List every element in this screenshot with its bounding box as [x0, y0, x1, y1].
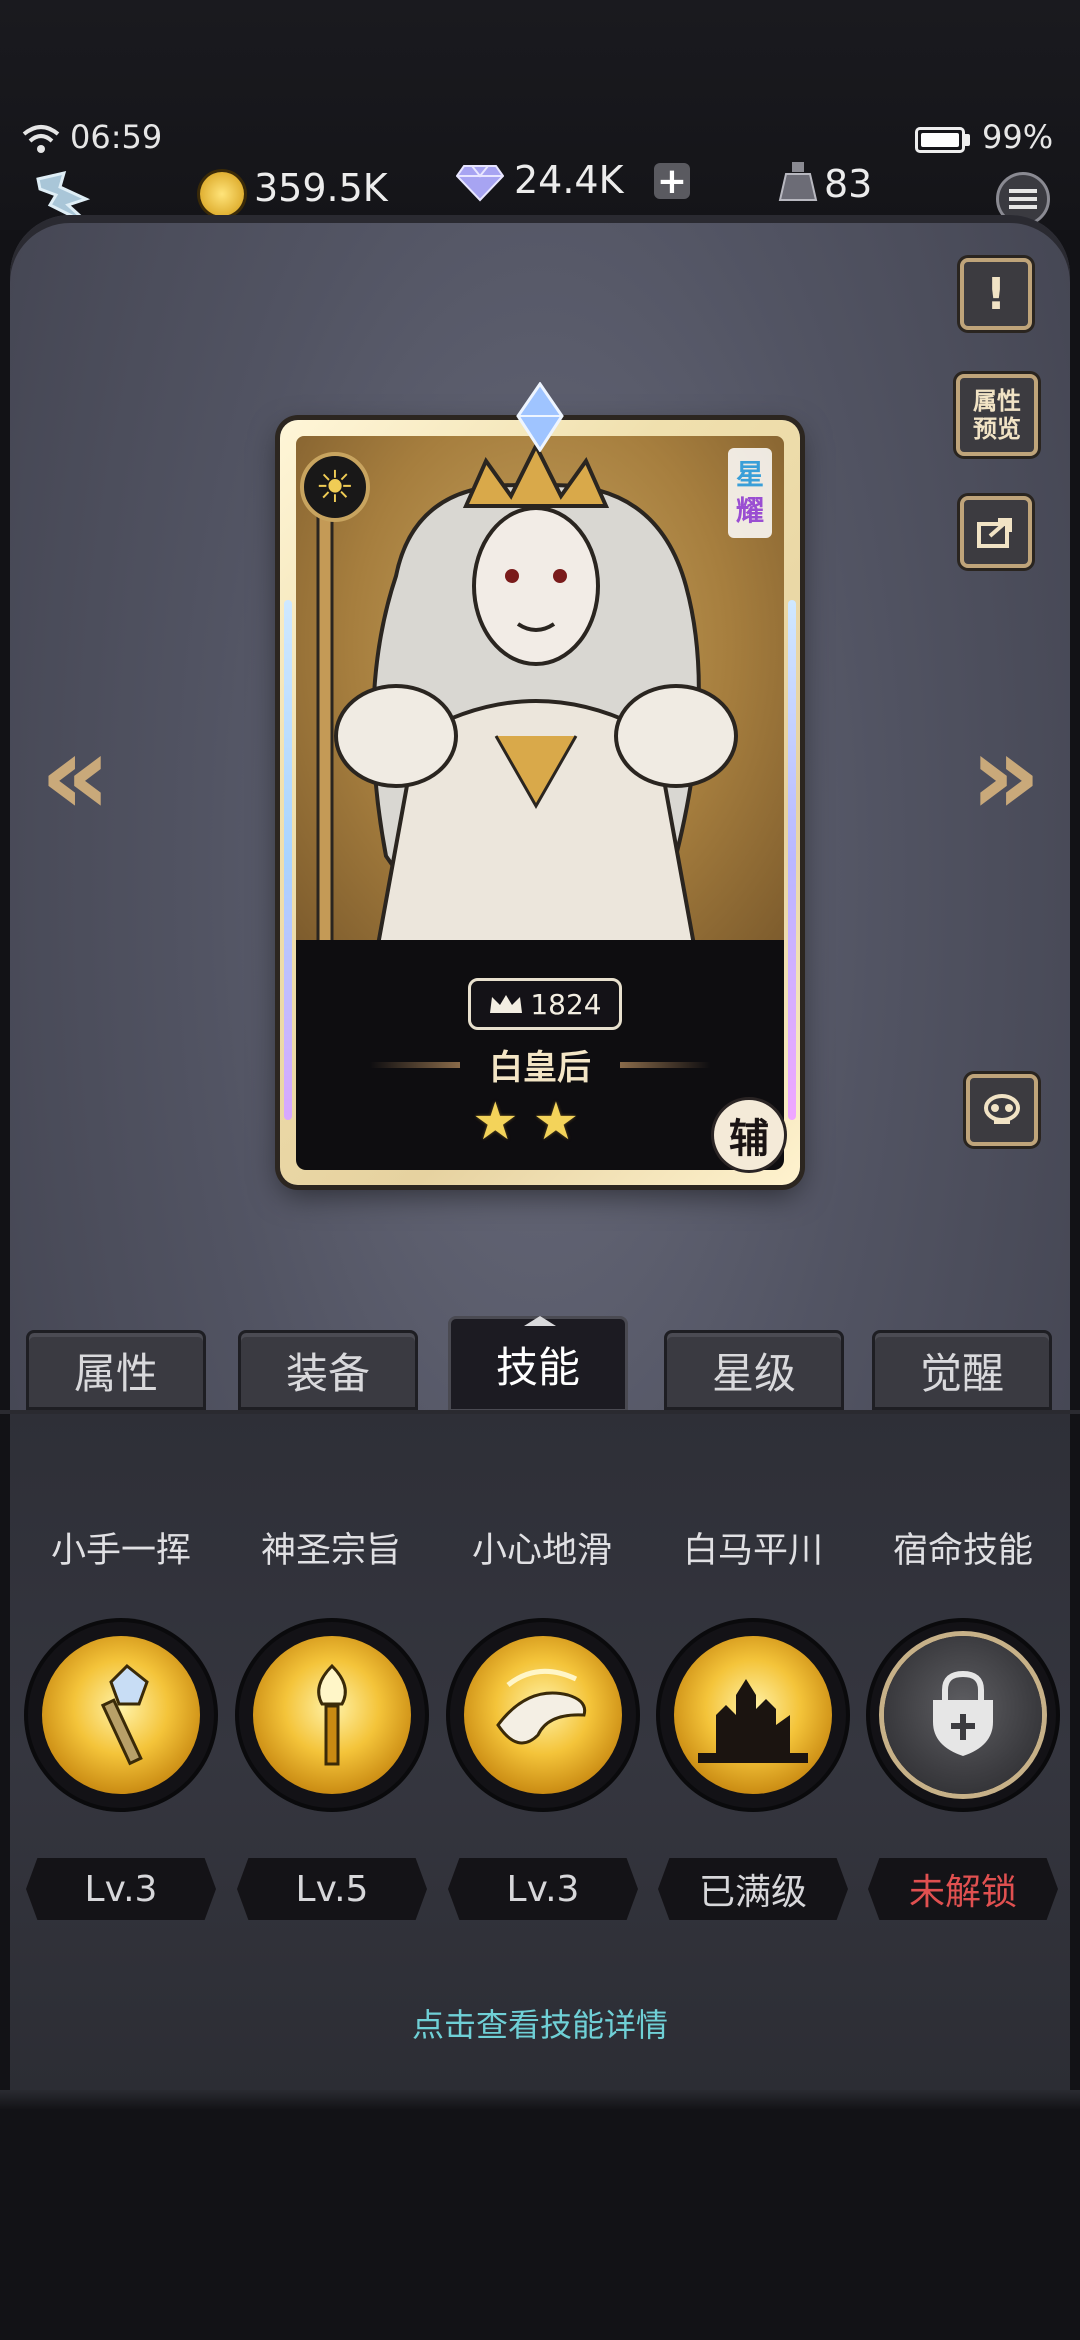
hero-stars: ★ ★ — [472, 1096, 579, 1148]
hero-power-value: 1824 — [530, 987, 602, 1021]
next-hero-arrow-icon[interactable]: » — [970, 720, 1041, 830]
attribute-preview-button[interactable]: 属性 预览 — [956, 374, 1038, 456]
rarity-tag: 星 耀 — [728, 448, 772, 538]
add-diamond-button[interactable]: + — [654, 161, 690, 202]
wifi-icon — [22, 125, 60, 153]
menu-icon — [1009, 189, 1037, 209]
tab-awakening[interactable]: 觉醒 — [872, 1330, 1052, 1410]
skill-slot-1[interactable] — [28, 1622, 214, 1808]
card-glow-left — [284, 600, 292, 1120]
battery-icon — [915, 127, 965, 153]
share-button[interactable] — [960, 496, 1032, 568]
exclamation-icon: ! — [985, 268, 1007, 320]
skill-slot-4[interactable] — [660, 1622, 846, 1808]
battery-tip — [965, 134, 970, 146]
card-glow-right — [788, 600, 796, 1120]
hero-voice-button[interactable] — [966, 1074, 1038, 1146]
skill-name-2: 神圣宗旨 — [260, 1531, 401, 1571]
info-button[interactable]: ! — [960, 258, 1032, 330]
rarity-char-2: 耀 — [735, 494, 764, 527]
share-icon — [977, 518, 1012, 548]
tab-stars[interactable]: 星级 — [664, 1330, 844, 1410]
card-gem-icon — [516, 382, 564, 452]
rarity-char-1: 星 — [735, 458, 764, 491]
skill-name-5: 宿命技能 — [892, 1531, 1033, 1571]
skill-details-link[interactable]: 点击查看技能详情 — [0, 2000, 1080, 2046]
skill-name-1: 小手一挥 — [50, 1531, 191, 1571]
locked-shield-icon — [933, 1670, 993, 1756]
diamond-icon — [456, 165, 504, 202]
skill-level-2: Lv.5 — [237, 1858, 427, 1920]
crown-icon — [490, 995, 523, 1013]
castle-icon — [698, 1679, 808, 1763]
torch-icon — [317, 1663, 347, 1766]
status-time: 06:59 — [70, 118, 163, 156]
scepter-icon — [100, 1663, 149, 1766]
diamond-amount: 24.4K — [514, 158, 624, 202]
role-support-badge: 辅 — [714, 1100, 784, 1170]
previous-hero-arrow-icon[interactable]: « — [40, 720, 111, 830]
tab-divider — [0, 1410, 1080, 1414]
skill-slot-5-locked[interactable] — [870, 1622, 1056, 1808]
panel-bottom-edge — [0, 2090, 1080, 2110]
tab-equipment[interactable]: 装备 — [238, 1330, 418, 1410]
skill-name-3: 小心地滑 — [471, 1531, 612, 1571]
skill-level-5: 未解锁 — [868, 1858, 1058, 1920]
skill-level-1: Lv.3 — [26, 1858, 216, 1920]
skill-level-4: 已满级 — [658, 1858, 848, 1920]
gold-amount: 359.5K — [254, 166, 388, 210]
star-icon: ★ — [532, 1092, 580, 1152]
gold-coin-icon — [200, 172, 244, 216]
hero-portrait — [296, 436, 784, 956]
star-icon: ★ — [472, 1092, 519, 1152]
potion-icon — [778, 162, 818, 201]
hero-name: 白皇后 — [489, 1048, 591, 1088]
skill-level-3: Lv.3 — [448, 1858, 638, 1920]
slipping-hand-icon — [496, 1668, 587, 1745]
mask-icon — [984, 1094, 1020, 1124]
skill-name-4: 白马平川 — [682, 1531, 823, 1571]
skill-slot-3[interactable] — [450, 1622, 636, 1808]
hero-power: 1824 — [468, 978, 622, 1030]
battery-percent: 99% — [982, 118, 1054, 156]
tab-attributes[interactable]: 属性 — [26, 1330, 206, 1410]
potion-amount: 83 — [824, 162, 873, 206]
active-tab-indicator-icon — [524, 1316, 556, 1326]
light-element-icon: ☀ — [300, 452, 370, 522]
tab-skills[interactable]: 技能 — [448, 1316, 628, 1412]
skill-slot-2[interactable] — [239, 1622, 425, 1808]
